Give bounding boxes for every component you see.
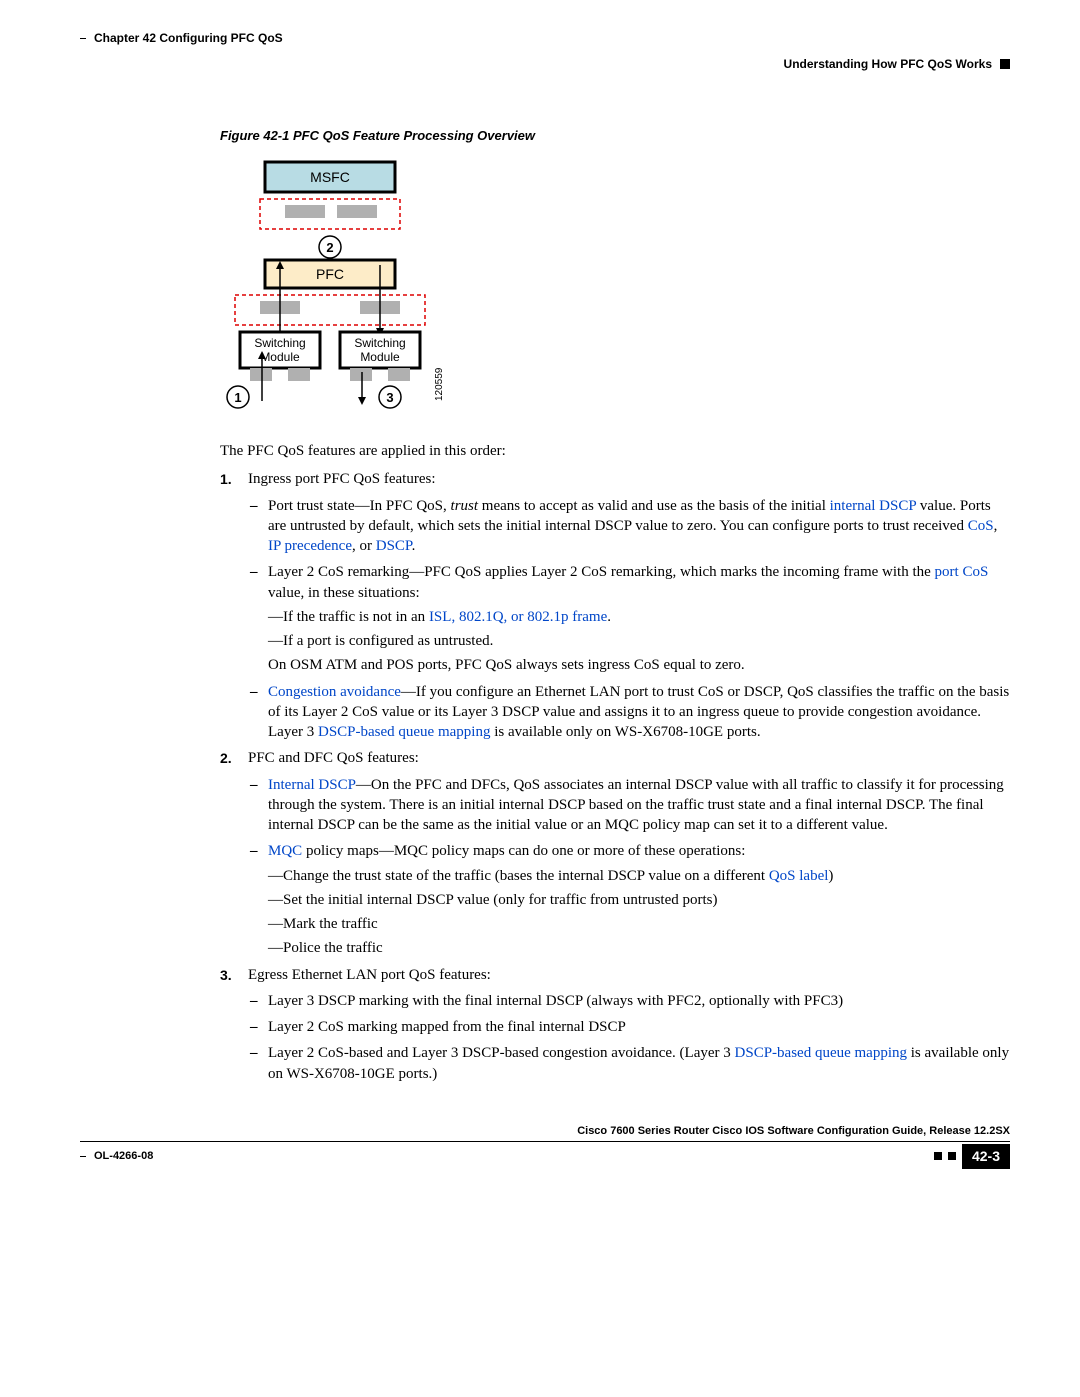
svg-text:120559: 120559 xyxy=(434,367,445,401)
section-header: Understanding How PFC QoS Works xyxy=(80,56,1010,72)
link-congestion-avoidance[interactable]: Congestion avoidance xyxy=(268,684,401,700)
link-dscp[interactable]: DSCP xyxy=(376,538,412,554)
footer-marker-icon-2 xyxy=(948,1152,956,1160)
svg-text:MSFC: MSFC xyxy=(310,169,350,185)
svg-text:1: 1 xyxy=(234,390,241,405)
figure-diagram: MSFC 2 PFC Switching Module Switching Mo… xyxy=(220,157,1010,423)
header-marker-icon xyxy=(1000,59,1010,69)
link-qos-label[interactable]: QoS label xyxy=(769,868,829,884)
intro-line: The PFC QoS features are applied in this… xyxy=(220,441,1010,461)
item-3: 3. Egress Ethernet LAN port QoS features… xyxy=(220,965,1010,1084)
svg-text:PFC: PFC xyxy=(316,266,344,282)
item-3b: Layer 2 CoS marking mapped from the fina… xyxy=(250,1017,1010,1037)
link-internal-dscp-2[interactable]: Internal DSCP xyxy=(268,777,356,793)
chapter-label: Chapter 42 Configuring PFC QoS xyxy=(94,30,283,46)
em-untrusted: If a port is configured as untrusted. xyxy=(268,631,1010,651)
page-number: 42-3 xyxy=(962,1144,1010,1169)
svg-text:Switching: Switching xyxy=(254,336,305,350)
link-isl-frame[interactable]: ISL, 802.1Q, or 802.1p frame xyxy=(429,609,607,625)
em-mark: Mark the traffic xyxy=(268,914,1010,934)
section-title: Understanding How PFC QoS Works xyxy=(784,56,992,72)
item-1-remark: Layer 2 CoS remarking—PFC QoS applies La… xyxy=(250,562,1010,675)
link-dscp-queue-mapping-1[interactable]: DSCP-based queue mapping xyxy=(318,724,490,740)
link-internal-dscp[interactable]: internal DSCP xyxy=(830,498,917,514)
link-port-cos[interactable]: port CoS xyxy=(935,564,989,580)
svg-text:Module: Module xyxy=(260,350,300,364)
item-2-internal-dscp: Internal DSCP—On the PFC and DFCs, QoS a… xyxy=(250,775,1010,836)
item-1: 1. Ingress port PFC QoS features: Port t… xyxy=(220,469,1010,742)
footer-guide: Cisco 7600 Series Router Cisco IOS Softw… xyxy=(80,1124,1010,1142)
footer-marker-icon xyxy=(934,1152,942,1160)
link-mqc[interactable]: MQC xyxy=(268,843,302,859)
item-1-congestion: Congestion avoidance—If you configure an… xyxy=(250,682,1010,743)
footer-doc-id: OL-4266-08 xyxy=(94,1149,153,1164)
link-ip-precedence[interactable]: IP precedence xyxy=(268,538,352,554)
svg-text:Module: Module xyxy=(360,350,400,364)
link-dscp-queue-mapping-2[interactable]: DSCP-based queue mapping xyxy=(735,1045,907,1061)
item-2-mqc: MQC policy maps—MQC policy maps can do o… xyxy=(250,841,1010,958)
item-2: 2. PFC and DFC QoS features: Internal DS… xyxy=(220,748,1010,958)
osm-note: On OSM ATM and POS ports, PFC QoS always… xyxy=(268,655,1010,675)
link-cos[interactable]: CoS xyxy=(968,518,994,534)
em-isl: If the traffic is not in an ISL, 802.1Q,… xyxy=(268,607,1010,627)
figure-caption: Figure 42-1 PFC QoS Feature Processing O… xyxy=(220,127,1010,145)
item-1-trust: Port trust state—In PFC QoS, trust means… xyxy=(250,496,1010,557)
em-police: Police the traffic xyxy=(268,938,1010,958)
svg-text:3: 3 xyxy=(386,390,393,405)
body-content: The PFC QoS features are applied in this… xyxy=(220,441,1010,1084)
em-set-dscp: Set the initial internal DSCP value (onl… xyxy=(268,890,1010,910)
item-3c: Layer 2 CoS-based and Layer 3 DSCP-based… xyxy=(250,1043,1010,1084)
item-3a: Layer 3 DSCP marking with the final inte… xyxy=(250,991,1010,1011)
svg-text:2: 2 xyxy=(326,240,333,255)
page-header: Chapter 42 Configuring PFC QoS xyxy=(80,30,1010,46)
page-footer: Cisco 7600 Series Router Cisco IOS Softw… xyxy=(80,1124,1010,1169)
em-change-trust: Change the trust state of the traffic (b… xyxy=(268,866,1010,886)
svg-text:Switching: Switching xyxy=(354,336,405,350)
